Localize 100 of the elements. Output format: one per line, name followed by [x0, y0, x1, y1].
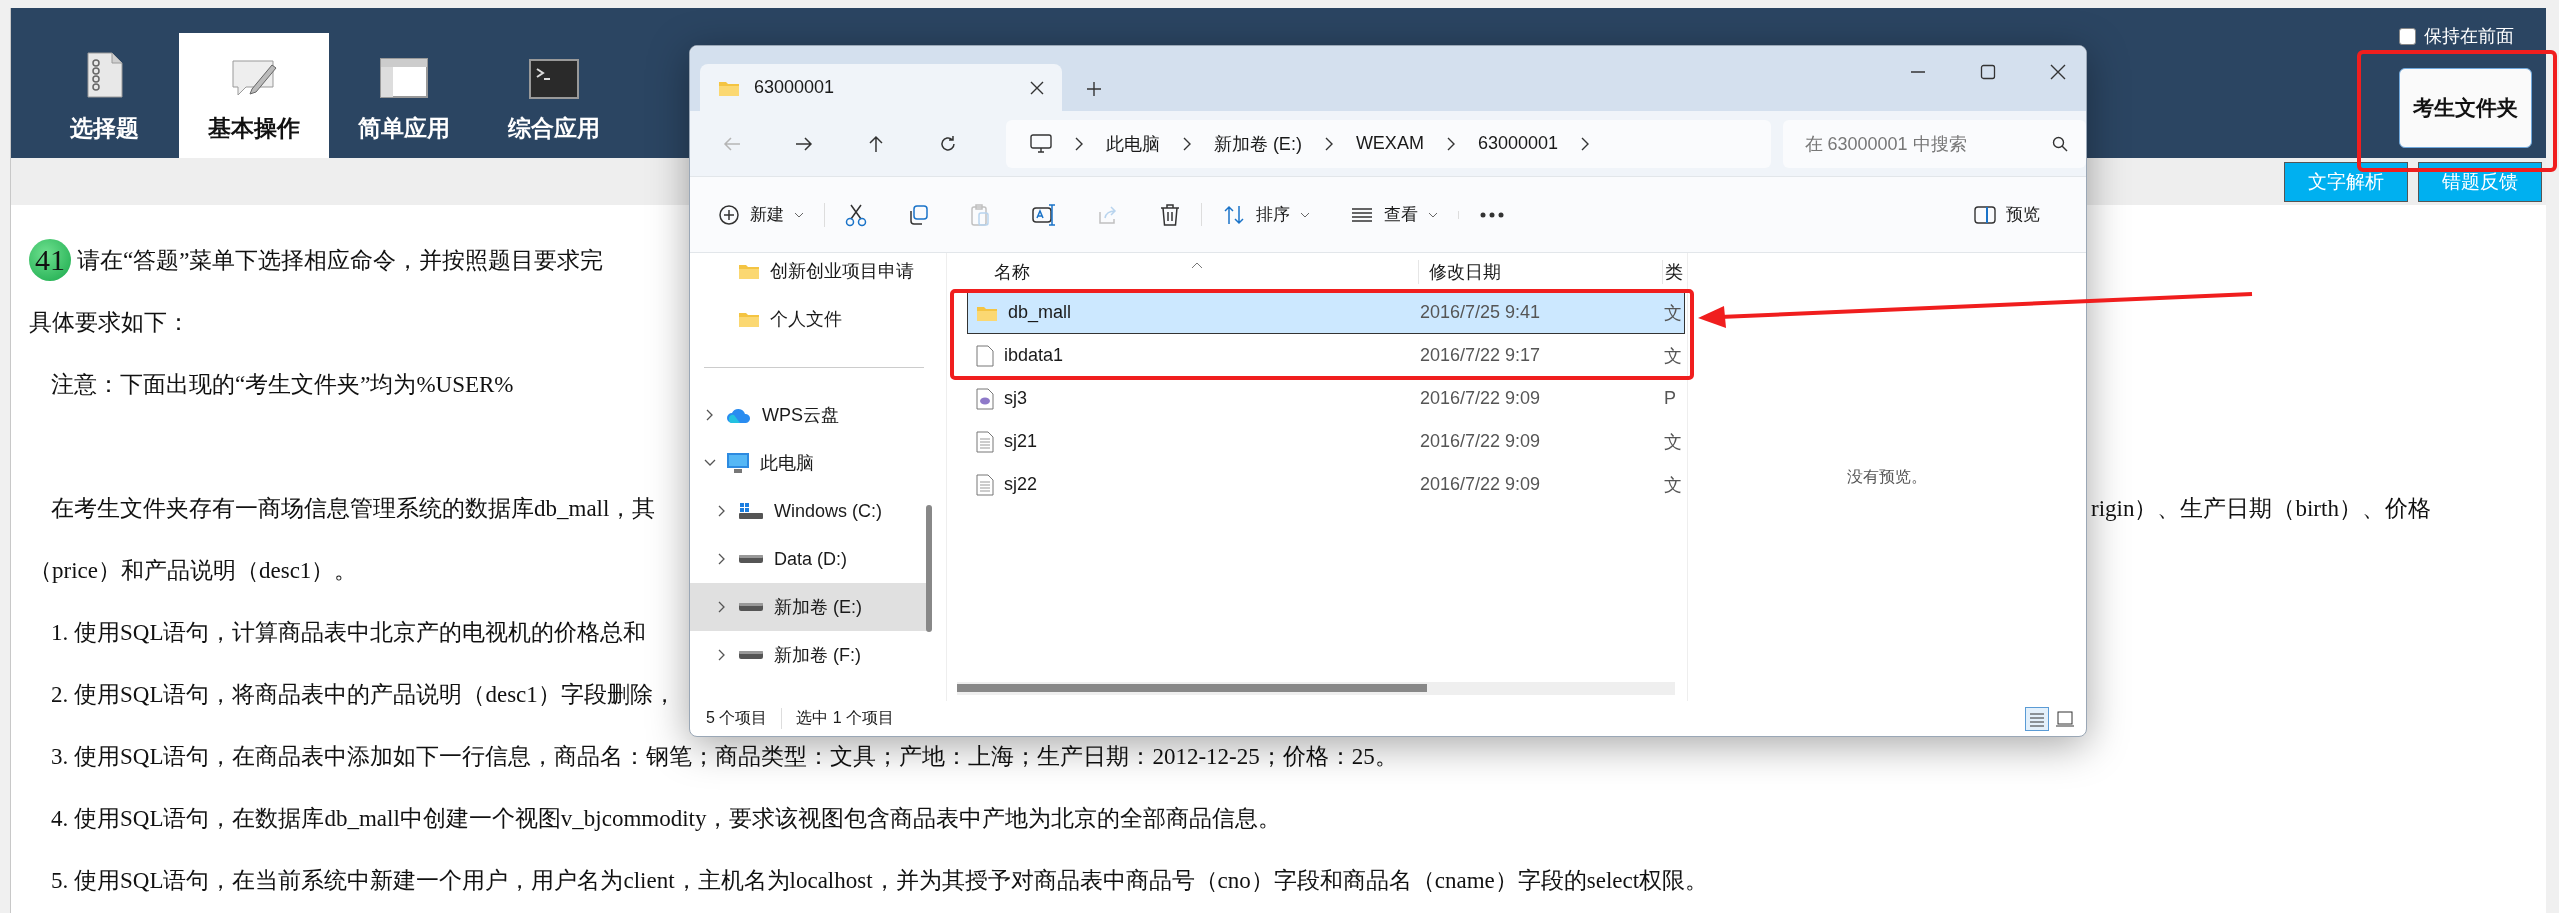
tab[interactable]: 基本操作	[179, 33, 329, 158]
file-date: 2016/7/22 9:09	[1420, 474, 1542, 495]
chevron-icon	[1445, 136, 1456, 151]
file-date: 2016/7/22 9:17	[1420, 345, 1542, 366]
toolbar-button[interactable]: 查看	[1350, 203, 1438, 226]
monitor-icon	[726, 452, 750, 474]
chevron-right-icon[interactable]	[718, 553, 726, 565]
file-name: sj3	[1004, 388, 1027, 409]
chevron-right-icon[interactable]	[718, 505, 726, 517]
file-type: 文	[1664, 344, 1683, 368]
folder-icon	[738, 310, 760, 328]
plus-circle-icon	[718, 203, 740, 226]
chevron-icon	[1181, 136, 1192, 151]
plus-icon[interactable]	[1086, 81, 1102, 97]
status-text: 选中 1 个项目	[781, 708, 895, 729]
caret-icon	[1428, 211, 1438, 218]
status-text: 5 个项目	[706, 708, 768, 728]
script-file-icon	[976, 387, 994, 410]
breadcrumb-link[interactable]: WEXAM	[1355, 133, 1424, 154]
body-text: rigin）、生产日期（birth）、价格	[2091, 494, 2431, 523]
body-text: 5. 使用SQL语句，在当前系统中新建一个用户，用户名为client，主机名为localhost，并为其授予对商品表中商品号（cno）字段和商品名（cname）字段的select权限。	[51, 866, 1709, 895]
close-icon[interactable]	[2050, 64, 2066, 80]
search-icon	[2052, 135, 2069, 152]
column-header[interactable]: 修改日期	[1419, 260, 1663, 284]
question-text: 请在“答题”菜单下选择相应命令，并按照题目要求完	[77, 246, 604, 275]
caret-icon	[1300, 211, 1310, 218]
file-row[interactable]: db_mall 2016/7/25 9:41 文	[967, 291, 1685, 334]
chevron-icon	[1580, 136, 1590, 151]
nav-item[interactable]: 新加卷 (F:)	[690, 631, 928, 679]
trash-icon[interactable]	[1159, 202, 1181, 227]
breadcrumb-link[interactable]: 63000001	[1477, 133, 1558, 154]
body-text: 具体要求如下：	[29, 308, 190, 337]
nav-item[interactable]: 新加卷 (E:)	[690, 583, 928, 631]
cloud-icon	[726, 406, 752, 424]
preview-message: 没有预览。	[1847, 466, 1927, 487]
column-header[interactable]: 类	[1663, 260, 1687, 284]
close-icon[interactable]	[1030, 80, 1044, 95]
nav-item[interactable]: 此电脑	[690, 439, 928, 487]
tab[interactable]: 选择题	[29, 33, 179, 158]
folder-button[interactable]: 考生文件夹	[2399, 68, 2532, 148]
file-row[interactable]: sj3 2016/7/22 9:09 P	[967, 377, 1685, 420]
address-bar[interactable]: 此电脑 新加卷 (E:) WEXAM 63000001	[1005, 119, 1771, 168]
file-name: sj21	[1004, 431, 1038, 452]
column-header[interactable]: 名称	[947, 260, 1419, 284]
maximize-icon[interactable]	[1980, 64, 1996, 80]
body-text: 4. 使用SQL语句，在数据库db_mall中创建一个视图v_bjcommodity，要求该视图包含商品表中产地为北京的全部商品信息。	[51, 804, 1282, 833]
chevron-right-icon[interactable]	[718, 601, 726, 613]
file-row[interactable]: sj22 2016/7/22 9:09 文	[967, 463, 1685, 506]
window-tab[interactable]: 63000001	[700, 64, 1062, 111]
file-date: 2016/7/22 9:09	[1420, 388, 1542, 409]
copy-icon[interactable]	[907, 203, 929, 226]
file-type: 文	[1664, 430, 1683, 454]
tab[interactable]: 综合应用	[479, 33, 629, 158]
breadcrumb-link[interactable]: 此电脑	[1105, 131, 1160, 156]
file-name: db_mall	[1008, 302, 1072, 323]
tab[interactable]: 简单应用	[329, 33, 479, 158]
search-field[interactable]: 在 63000001 中搜索	[1782, 119, 2086, 168]
checkbox-label: 保持在前面	[2424, 24, 2514, 48]
monitor-outline-icon	[1029, 133, 1052, 154]
caret-icon	[794, 211, 804, 218]
breadcrumb-link[interactable]: 新加卷 (E:)	[1213, 131, 1302, 156]
file-row[interactable]: ibdata1 2016/7/22 9:17 文	[967, 334, 1685, 377]
sort-icon	[1222, 203, 1246, 226]
file-date: 2016/7/25 9:41	[1420, 302, 1542, 323]
body-text: 2. 使用SQL语句，将商品表中的产品说明（desc1）字段删除，	[51, 680, 676, 709]
scrollbar-thumb[interactable]	[957, 684, 1427, 692]
file-name: sj22	[1004, 474, 1038, 495]
sort-caret-icon	[1191, 261, 1203, 269]
preview-button[interactable]: 预览	[1974, 203, 2040, 226]
rename-icon[interactable]	[1031, 202, 1057, 227]
nav-item[interactable]: 个人文件	[690, 295, 928, 343]
toolbar-button[interactable]: 排序	[1222, 203, 1310, 226]
file-row[interactable]: sj21 2016/7/22 9:09 文	[967, 420, 1685, 463]
more-icon[interactable]	[1479, 210, 1505, 219]
body-text: 注意：下面出现的“考生文件夹”均为%USER%	[51, 370, 514, 399]
blank-file-icon	[976, 344, 994, 367]
drive-icon	[738, 552, 764, 566]
preview-pane-icon	[1974, 205, 1996, 224]
text-file-icon	[976, 430, 994, 453]
checkbox[interactable]	[2399, 27, 2416, 45]
question-number-badge: 41	[29, 239, 71, 281]
file-date: 2016/7/22 9:09	[1420, 431, 1542, 452]
toolbar-button[interactable]: 新建	[718, 203, 804, 226]
window-icon	[379, 57, 429, 99]
chevron-icon	[1323, 136, 1334, 151]
file-type: P	[1664, 388, 1677, 409]
nav-item[interactable]: Windows (C:)	[690, 487, 928, 535]
windows-drive-icon	[738, 501, 764, 521]
chevron-down-icon[interactable]	[704, 459, 716, 467]
chevron-right-icon[interactable]	[718, 649, 726, 661]
drive-icon	[738, 648, 764, 662]
nav-item[interactable]: WPS云盘	[690, 391, 928, 439]
nav-item[interactable]: 创新创业项目申请	[690, 253, 928, 295]
details-view-icon[interactable]	[2026, 707, 2048, 730]
chevron-right-icon[interactable]	[706, 409, 714, 421]
body-text: 3. 使用SQL语句，在商品表中添加如下一行信息，商品名：钢笔；商品类型：文具；产地：上海；生产日期：2012-12-25；价格：25。	[51, 742, 1398, 771]
body-text: 在考生文件夹存有一商场信息管理系统的数据库db_mall，其	[51, 494, 656, 523]
scissors-icon[interactable]	[845, 202, 867, 227]
nav-item[interactable]: Data (D:)	[690, 535, 928, 583]
scrollbar-thumb[interactable]	[926, 505, 932, 632]
